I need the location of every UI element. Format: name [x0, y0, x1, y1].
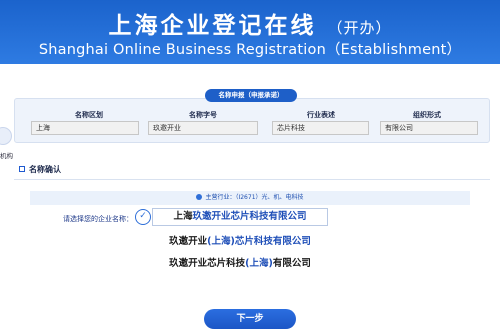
name-option-1[interactable]: 上海玖邀开业芯片科技有限公司 — [152, 208, 328, 226]
title-cn-main: 上海企业登记在线 — [108, 13, 317, 39]
section-square-icon — [19, 165, 25, 172]
field-label-industry: 行业表述 — [307, 111, 335, 119]
opt1-part: 玖邀开业 — [192, 211, 231, 222]
opt1-part: 上海 — [173, 211, 193, 222]
title-cn: 上海企业登记在线 （开办） — [0, 6, 500, 40]
next-step-button[interactable]: 下一步 — [204, 309, 296, 329]
opt2-part: (上海) — [207, 236, 235, 247]
check-circle-icon[interactable]: ✓ — [135, 209, 151, 225]
opt2-part: 芯片科技有限公司 — [234, 236, 311, 247]
field-tradename-input[interactable]: 玖邀开业 — [148, 121, 258, 135]
field-label-region: 名称区划 — [75, 111, 103, 119]
header-banner: 上海企业登记在线 （开办） Shanghai Online Business R… — [0, 0, 500, 64]
title-en: Shanghai Online Business Registration（Es… — [38, 42, 462, 58]
section-title: 名称确认 — [29, 165, 61, 174]
opt3-part: 有限公司 — [272, 258, 311, 269]
section-name-confirm: 名称确认 — [19, 164, 61, 175]
field-label-tradename: 名称字号 — [189, 111, 217, 119]
industry-text: 主营行业：（I2671）光、机、电科技 — [205, 194, 304, 201]
opt3-part: (上海) — [245, 258, 273, 269]
opt1-part: 芯片科技 — [230, 211, 269, 222]
name-option-2[interactable]: 玖邀开业(上海)芯片科技有限公司 — [152, 233, 328, 251]
industry-info-bar: 主营行业：（I2671）光、机、电科技 — [30, 191, 470, 205]
field-orgform-select[interactable]: 有限公司 — [380, 121, 478, 135]
name-option-3[interactable]: 玖邀开业芯片科技(上海)有限公司 — [152, 255, 328, 273]
side-float-icon[interactable] — [0, 127, 12, 145]
title-cn-sub: （开办） — [327, 19, 392, 37]
side-float-label[interactable]: 机构 — [0, 150, 13, 160]
opt2-part: 玖邀开业 — [169, 236, 208, 247]
choose-name-label: 请选择您的企业名称： — [63, 215, 133, 223]
info-dot-icon — [196, 193, 203, 200]
opt1-part: 有限公司 — [268, 211, 307, 222]
opt3-part: 玖邀开业芯片科技 — [169, 258, 246, 269]
name-apply-tab: 名称申报（申报承诺） — [205, 89, 297, 102]
field-label-orgform: 组织形式 — [413, 111, 441, 119]
field-industry-input[interactable]: 芯片科技 — [272, 121, 369, 135]
field-region-input[interactable]: 上海 — [31, 121, 139, 135]
section-divider — [14, 179, 490, 180]
